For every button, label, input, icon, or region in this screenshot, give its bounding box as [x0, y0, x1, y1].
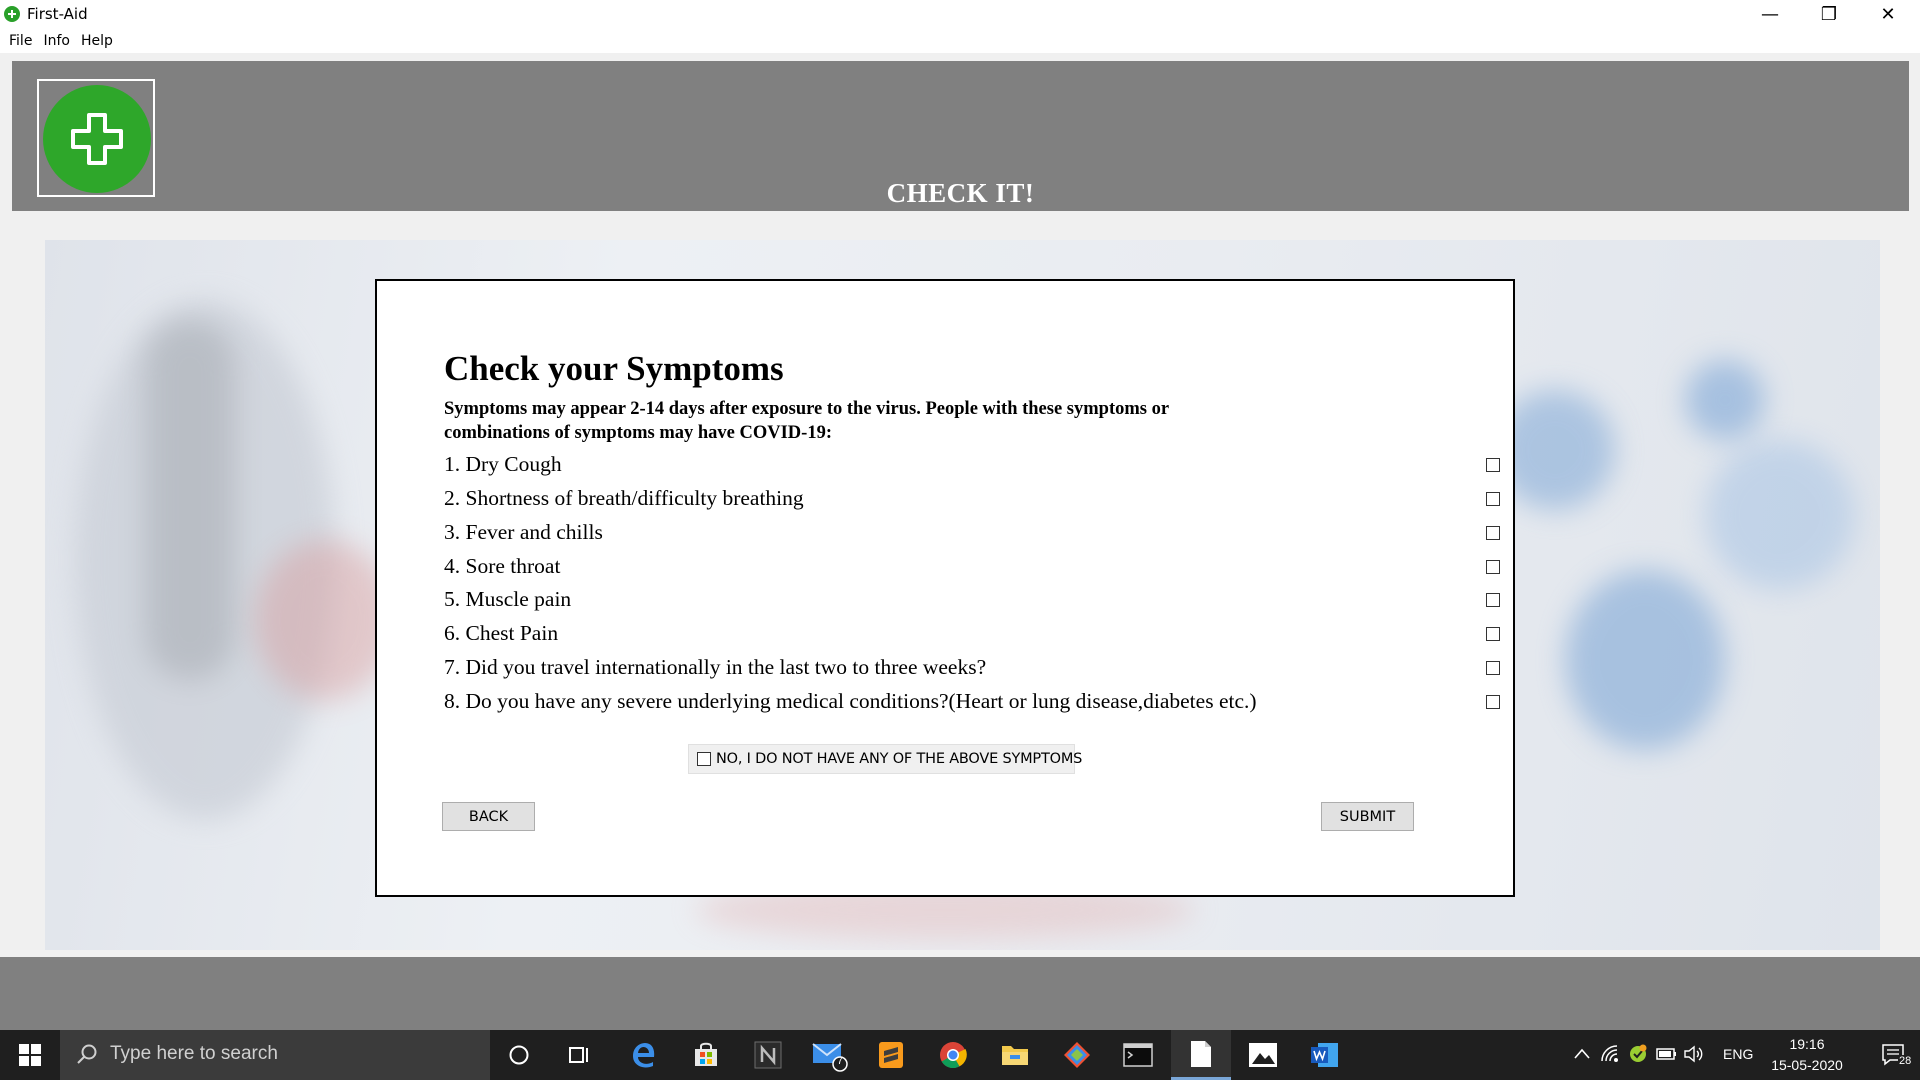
file-explorer-icon[interactable]: [985, 1030, 1045, 1080]
app-n-icon[interactable]: [738, 1030, 798, 1080]
form-title: Check your Symptoms: [444, 349, 784, 388]
volume-icon[interactable]: [1683, 1044, 1705, 1067]
symptom-checkbox[interactable]: [1486, 458, 1500, 472]
store-icon[interactable]: [676, 1030, 736, 1080]
photos-icon[interactable]: [1233, 1030, 1293, 1080]
symptom-row: 1. Dry Cough: [444, 450, 1500, 480]
no-symptoms-option[interactable]: NO, I DO NOT HAVE ANY OF THE ABOVE SYMPT…: [688, 744, 1082, 774]
symptom-label: 7. Did you travel internationally in the…: [444, 655, 987, 679]
clock-date: 15-05-2020: [1771, 1057, 1843, 1073]
window-title: First-Aid: [27, 5, 88, 23]
minimize-button[interactable]: —: [1741, 0, 1799, 28]
app-header: CHECK IT!: [12, 61, 1909, 211]
cortana-icon[interactable]: [489, 1030, 549, 1080]
notepad-icon[interactable]: [1171, 1030, 1231, 1080]
action-center-button[interactable]: 28: [1868, 1030, 1920, 1080]
taskbar: Type here to search 7 ENG 19:16 15-05-20…: [0, 1030, 1920, 1080]
symptom-label: 3. Fever and chills: [444, 520, 603, 544]
close-button[interactable]: ✕: [1859, 0, 1917, 28]
taskbar-search[interactable]: Type here to search: [60, 1030, 490, 1080]
network-icon[interactable]: [1600, 1044, 1622, 1067]
medical-cross-icon: [71, 113, 123, 165]
windows-icon: [19, 1044, 41, 1066]
menu-help[interactable]: Help: [76, 33, 119, 49]
mail-icon[interactable]: 7: [799, 1030, 859, 1080]
search-placeholder: Type here to search: [110, 1043, 278, 1064]
no-symptoms-label: NO, I DO NOT HAVE ANY OF THE ABOVE SYMPT…: [716, 751, 1083, 767]
word-icon[interactable]: [1295, 1030, 1355, 1080]
page-title: CHECK IT!: [886, 178, 1035, 208]
symptom-checkbox[interactable]: [1486, 695, 1500, 709]
symptom-checkbox[interactable]: [1486, 492, 1500, 506]
symptom-checkbox[interactable]: [1486, 560, 1500, 574]
security-icon[interactable]: [1628, 1044, 1648, 1067]
start-button[interactable]: [0, 1030, 60, 1080]
symptom-label: 6. Chest Pain: [444, 621, 559, 645]
symptom-row: 5. Muscle pain: [444, 585, 1500, 615]
symptom-row: 2. Shortness of breath/difficulty breath…: [444, 484, 1500, 514]
symptom-label: 5. Muscle pain: [444, 587, 572, 611]
menu-file[interactable]: File: [4, 33, 38, 49]
chevron-up-icon[interactable]: [1572, 1045, 1592, 1066]
terminal-icon[interactable]: [1108, 1030, 1168, 1080]
title-bar: First-Aid — ❐ ✕: [0, 0, 1920, 28]
back-button[interactable]: BACK: [442, 802, 535, 831]
symptom-checkbox[interactable]: [1486, 526, 1500, 540]
clock-time: 19:16: [1789, 1036, 1825, 1052]
symptom-checkbox[interactable]: [1486, 627, 1500, 641]
symptom-checkbox[interactable]: [1486, 661, 1500, 675]
symptom-row: 4. Sore throat: [444, 552, 1500, 582]
battery-icon[interactable]: [1656, 1046, 1678, 1065]
app-icon: [4, 6, 20, 22]
symptom-row: 6. Chest Pain: [444, 619, 1500, 649]
sublime-text-icon[interactable]: [861, 1030, 921, 1080]
symptom-label: 4. Sore throat: [444, 554, 561, 578]
symptom-label: 1. Dry Cough: [444, 452, 562, 476]
submit-button[interactable]: SUBMIT: [1321, 802, 1414, 831]
clock[interactable]: 19:16 15-05-2020: [1765, 1034, 1849, 1076]
restore-button[interactable]: ❐: [1800, 0, 1858, 28]
menu-info[interactable]: Info: [38, 33, 76, 49]
footer-band: [0, 957, 1920, 1030]
task-view-icon[interactable]: [550, 1030, 610, 1080]
git-icon[interactable]: [1047, 1030, 1107, 1080]
language-indicator[interactable]: ENG: [1723, 1046, 1753, 1062]
menu-bar: File Info Help: [0, 28, 1920, 53]
symptom-label: 8. Do you have any severe underlying med…: [444, 689, 1257, 713]
notification-count: 28: [1898, 1055, 1913, 1067]
symptom-form: Check your Symptoms Symptoms may appear …: [375, 279, 1515, 897]
no-symptoms-checkbox[interactable]: [697, 752, 711, 766]
symptom-checkbox[interactable]: [1486, 593, 1500, 607]
mail-badge: 7: [837, 1055, 844, 1067]
symptom-row: 8. Do you have any severe underlying med…: [444, 687, 1500, 717]
logo-circle: [43, 85, 151, 193]
symptom-row: 3. Fever and chills: [444, 518, 1500, 548]
search-icon: [77, 1044, 97, 1064]
symptom-row: 7. Did you travel internationally in the…: [444, 653, 1500, 683]
symptom-label: 2. Shortness of breath/difficulty breath…: [444, 486, 804, 510]
edge-icon[interactable]: [614, 1030, 674, 1080]
chrome-icon[interactable]: [923, 1030, 983, 1080]
form-subtitle: Symptoms may appear 2-14 days after expo…: [444, 399, 1169, 443]
